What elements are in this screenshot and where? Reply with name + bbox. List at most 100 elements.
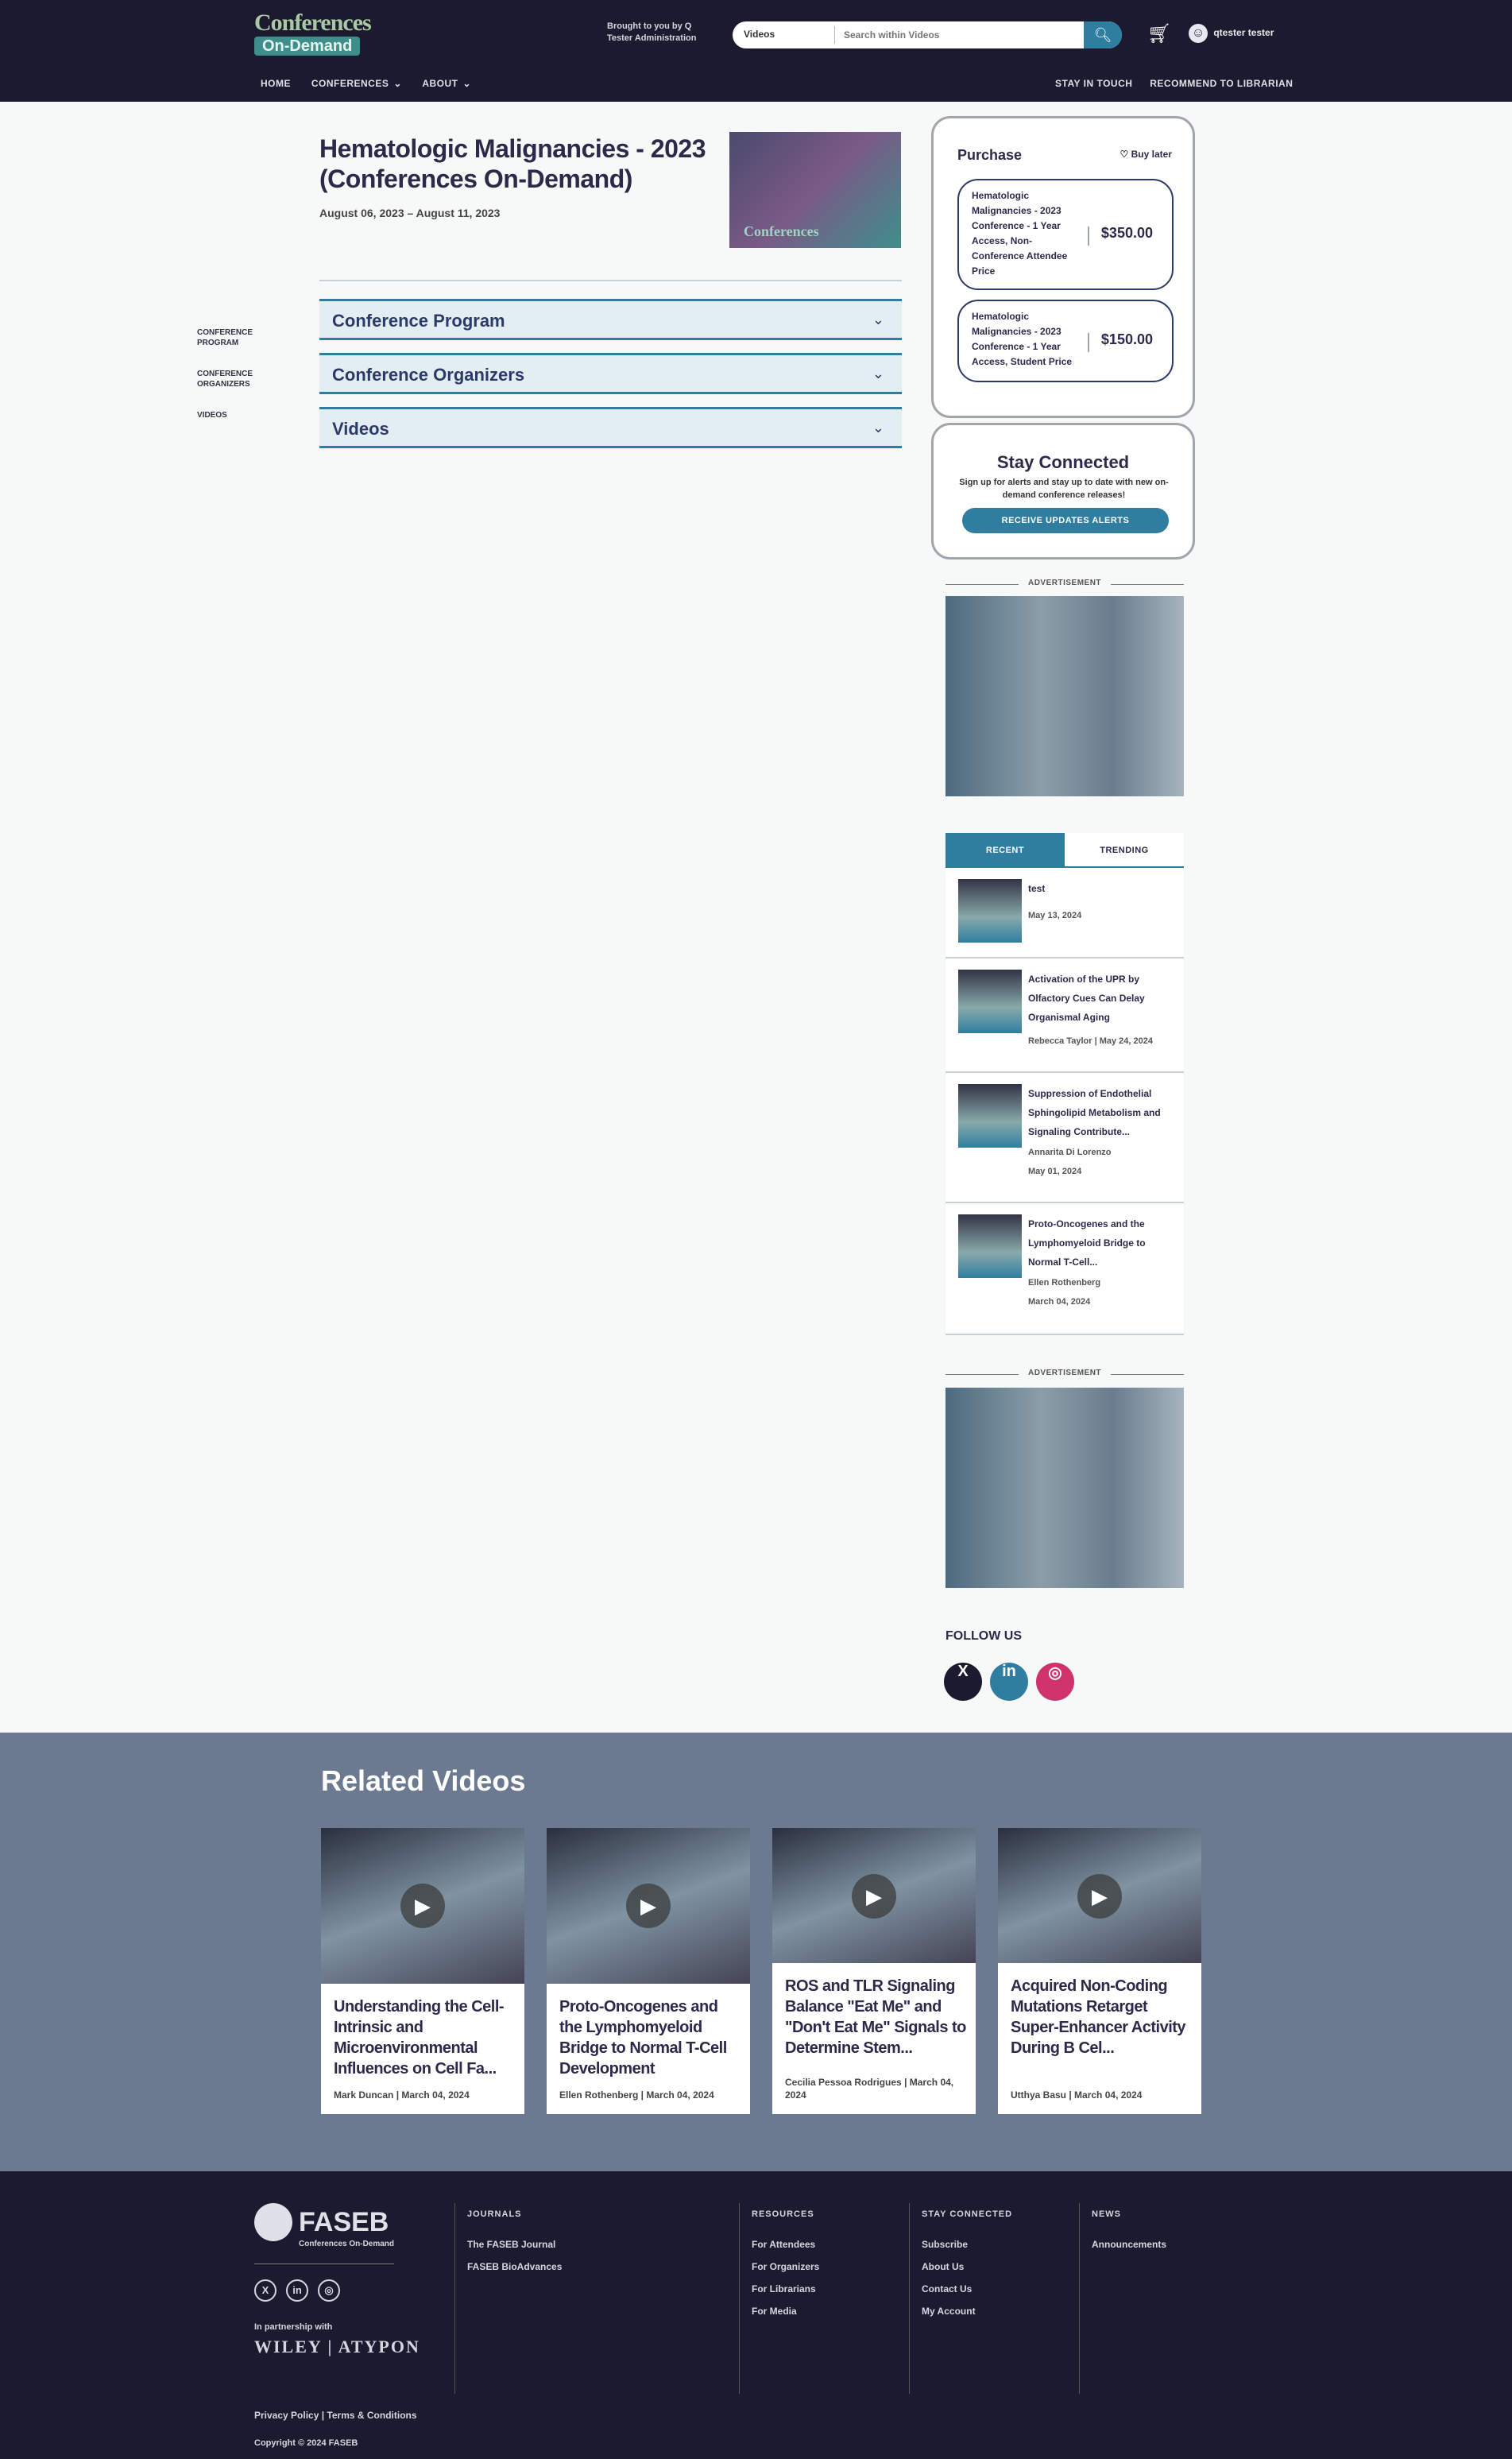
- advertisement-banner[interactable]: [945, 596, 1184, 796]
- footer-logo-name: FASEB: [299, 2207, 389, 2237]
- main-nav: HOME CONFERENCES ⌄ ABOUT ⌄: [261, 78, 489, 89]
- tab-trending[interactable]: TRENDING: [1065, 833, 1184, 868]
- nav-stay-in-touch[interactable]: STAY IN TOUCH: [1055, 78, 1132, 89]
- video-meta: Cecilia Pessoa Rodrigues | March 04, 202…: [785, 2077, 954, 2101]
- video-card[interactable]: ▶ Understanding the Cell-Intrinsic and M…: [321, 1828, 524, 2114]
- list-item[interactable]: test May 13, 2024: [945, 868, 1184, 958]
- accordion-videos[interactable]: Videos ⌄: [319, 407, 902, 448]
- x-icon[interactable]: X: [254, 2279, 276, 2302]
- video-title: ROS and TLR Signaling Balance "Eat Me" a…: [785, 1977, 966, 2057]
- linkedin-icon[interactable]: in: [286, 2279, 308, 2302]
- video-thumbnail: [958, 1084, 1022, 1148]
- video-date: March 04, 2024: [1074, 2089, 1143, 2101]
- video-date: May 13, 2024: [1028, 911, 1082, 920]
- video-title: test: [1028, 883, 1046, 894]
- related-videos-section: Related Videos ▶ Understanding the Cell-…: [0, 1733, 1512, 2171]
- list-item[interactable]: Proto-Oncogenes and the Lymphomyeloid Br…: [945, 1203, 1184, 1335]
- list-item[interactable]: Activation of the UPR by Olfactory Cues …: [945, 958, 1184, 1073]
- video-author: Annarita Di Lorenzo: [1028, 1148, 1112, 1157]
- user-menu[interactable]: ☺ qtester tester: [1189, 24, 1274, 43]
- nav-conferences[interactable]: CONFERENCES ⌄: [311, 78, 402, 89]
- list-item[interactable]: Suppression of Endothelial Sphingolipid …: [945, 1073, 1184, 1203]
- video-author: Utthya Basu: [1011, 2089, 1067, 2101]
- video-card[interactable]: ▶ Acquired Non-Coding Mutations Retarget…: [998, 1828, 1201, 2114]
- video-thumbnail: [958, 879, 1022, 943]
- side-nav-program[interactable]: CONFERENCE PROGRAM: [197, 327, 276, 348]
- video-author: Ellen Rothenberg: [559, 2089, 639, 2101]
- play-icon[interactable]: ▶: [626, 1884, 671, 1928]
- buy-later-button[interactable]: ♡ Buy later: [1120, 149, 1172, 160]
- search-bar: Videos 🔍︎: [733, 21, 1122, 48]
- video-title: Acquired Non-Coding Mutations Retarget S…: [1011, 1977, 1186, 2057]
- x-icon[interactable]: X: [944, 1663, 982, 1701]
- nav-recommend-librarian[interactable]: RECOMMEND TO LIBRARIAN: [1150, 78, 1293, 89]
- site-header: Conferences On-Demand Brought to you by …: [0, 0, 1512, 102]
- brought-by-text: Brought to you by Q Tester Administratio…: [607, 21, 697, 43]
- footer-link[interactable]: For Librarians: [752, 2278, 819, 2300]
- footer-column-divider: [1079, 2203, 1080, 2394]
- footer-logo[interactable]: FASEB Conferences On-Demand: [254, 2203, 394, 2248]
- related-videos-heading: Related Videos: [321, 1764, 526, 1797]
- footer-link[interactable]: About Us: [922, 2256, 1012, 2278]
- terms-link[interactable]: Terms & Conditions: [327, 2410, 416, 2421]
- heart-icon: ♡: [1119, 149, 1129, 160]
- video-date: March 04, 2024: [401, 2089, 470, 2101]
- nav-about[interactable]: ABOUT ⌄: [422, 78, 471, 89]
- footer-link[interactable]: My Account: [922, 2300, 1012, 2322]
- video-title: Understanding the Cell-Intrinsic and Mic…: [334, 1998, 505, 2078]
- video-meta: Ellen Rothenberg | March 04, 2024: [559, 2089, 714, 2101]
- site-logo[interactable]: Conferences On-Demand: [254, 11, 378, 57]
- side-nav-organizers[interactable]: CONFERENCE ORGANIZERS: [197, 369, 276, 389]
- instagram-icon[interactable]: ◎: [1036, 1663, 1074, 1701]
- video-card[interactable]: ▶ Proto-Oncogenes and the Lymphomyeloid …: [547, 1828, 750, 2114]
- privacy-policy-link[interactable]: Privacy Policy: [254, 2410, 319, 2421]
- footer-link[interactable]: FASEB BioAdvances: [467, 2256, 562, 2278]
- accordion-conference-organizers[interactable]: Conference Organizers ⌄: [319, 353, 902, 394]
- play-icon[interactable]: ▶: [1077, 1874, 1122, 1919]
- video-card[interactable]: ▶ ROS and TLR Signaling Balance "Eat Me"…: [772, 1828, 976, 2114]
- search-icon[interactable]: 🔍︎: [1084, 21, 1122, 48]
- purchase-heading: Purchase: [957, 147, 1023, 163]
- footer-link[interactable]: For Attendees: [752, 2233, 819, 2256]
- price-separator: [1088, 333, 1089, 352]
- faseb-emblem-icon: [254, 2203, 292, 2241]
- receive-updates-button[interactable]: RECEIVE UPDATES ALERTS: [962, 508, 1169, 533]
- play-icon[interactable]: ▶: [852, 1874, 896, 1919]
- chevron-down-icon: ⌄: [872, 420, 884, 436]
- accordion-conference-program[interactable]: Conference Program ⌄: [319, 299, 902, 340]
- footer-link[interactable]: Announcements: [1092, 2233, 1166, 2256]
- legal-links: Privacy Policy | Terms & Conditions: [254, 2410, 417, 2421]
- side-nav-videos[interactable]: VIDEOS: [197, 410, 276, 420]
- cart-icon[interactable]: 🛒︎: [1147, 22, 1171, 45]
- price-option[interactable]: Hematologic Malignancies - 2023 Conferen…: [957, 300, 1174, 382]
- footer-link[interactable]: The FASEB Journal: [467, 2233, 562, 2256]
- footer-link[interactable]: For Organizers: [752, 2256, 819, 2278]
- price-separator: [1088, 227, 1089, 246]
- stay-connected-description: Sign up for alerts and stay up to date w…: [959, 478, 1169, 500]
- price-option[interactable]: Hematologic Malignancies - 2023 Conferen…: [957, 179, 1174, 290]
- user-icon: ☺: [1189, 24, 1208, 43]
- video-tabs: RECENT TRENDING: [945, 833, 1184, 868]
- price-value: $150.00: [1100, 331, 1153, 347]
- price-description: Hematologic Malignancies - 2023 Conferen…: [972, 190, 1068, 277]
- footer-link[interactable]: For Media: [752, 2300, 819, 2322]
- video-author: Ellen Rothenberg: [1028, 1278, 1101, 1288]
- video-author: Rebecca Taylor: [1028, 1036, 1092, 1046]
- partner-logo[interactable]: WILEY | ATYPON: [254, 2337, 420, 2357]
- video-title: Activation of the UPR by Olfactory Cues …: [1028, 974, 1145, 1023]
- buy-later-label: Buy later: [1131, 149, 1172, 160]
- instagram-icon[interactable]: ◎: [318, 2279, 340, 2302]
- search-scope-select[interactable]: Videos: [744, 29, 775, 40]
- advertisement-banner[interactable]: [945, 1388, 1184, 1588]
- tab-recent[interactable]: RECENT: [945, 833, 1065, 868]
- footer-link[interactable]: Contact Us: [922, 2278, 1012, 2300]
- search-input[interactable]: [844, 27, 1019, 43]
- play-icon[interactable]: ▶: [400, 1884, 445, 1928]
- video-date: May 24, 2024: [1099, 1036, 1153, 1046]
- nav-home[interactable]: HOME: [261, 78, 291, 89]
- linkedin-icon[interactable]: in: [990, 1663, 1028, 1701]
- footer-column-divider: [909, 2203, 910, 2394]
- footer-divider: [254, 2263, 394, 2264]
- chevron-down-icon: ⌄: [872, 312, 884, 327]
- footer-link[interactable]: Subscribe: [922, 2233, 1012, 2256]
